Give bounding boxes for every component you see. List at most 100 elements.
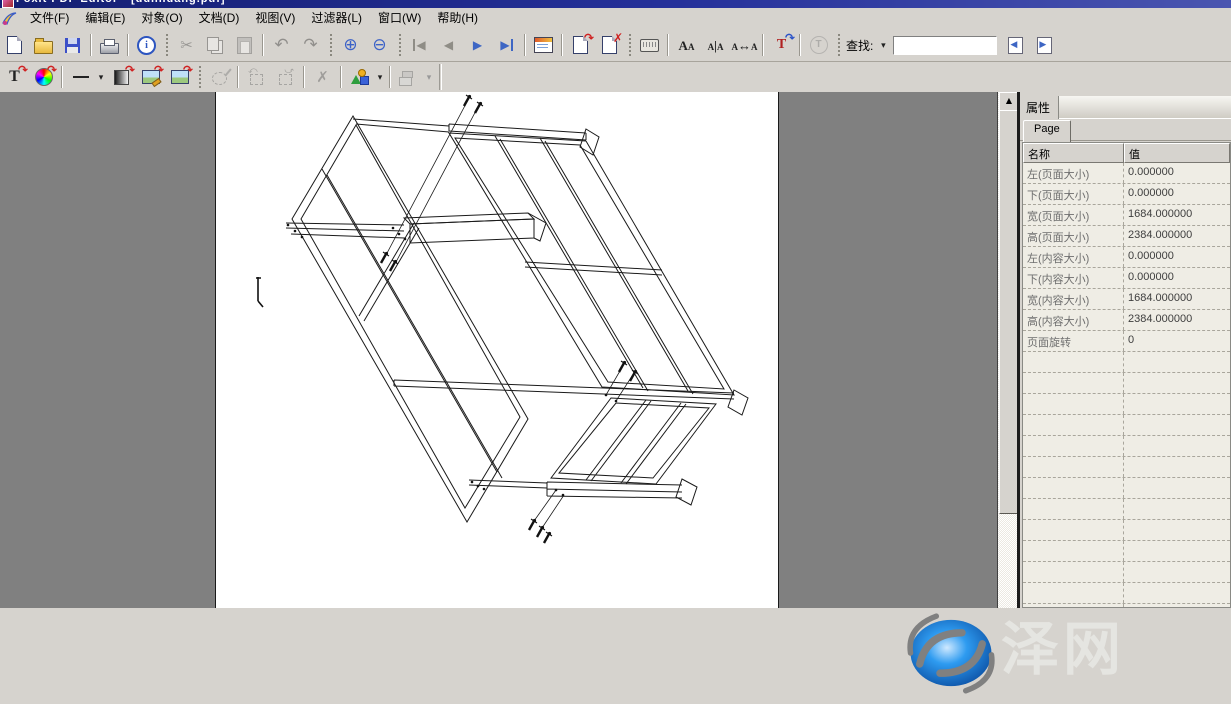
property-row[interactable]: 下(页面大小)0.000000	[1023, 184, 1230, 205]
rotate-object-right-button[interactable]: ⤻	[271, 64, 300, 91]
menu-file[interactable]: 文件(F)	[22, 8, 77, 28]
property-value[interactable]: 0.000000	[1124, 247, 1230, 267]
toolbar-grip[interactable]	[329, 34, 332, 56]
next-page-icon: ▶	[473, 39, 482, 51]
property-row[interactable]: 下(内容大小)0.000000	[1023, 268, 1230, 289]
insert-shading-button[interactable]: ↷	[107, 64, 136, 91]
add-text-object-button[interactable]: T↷	[767, 32, 796, 59]
blue-arrow-icon: ↷	[785, 32, 795, 44]
page-layout-button[interactable]	[529, 32, 558, 59]
zoom-in-button[interactable]: ⊕	[336, 32, 365, 59]
property-name	[1023, 499, 1124, 519]
find-dropdown-button[interactable]: ▾	[877, 40, 889, 51]
property-row[interactable]: 宽(页面大小)1684.000000	[1023, 205, 1230, 226]
insert-color-object-button[interactable]: ↷	[29, 64, 58, 91]
property-value[interactable]: 1684.000000	[1124, 289, 1230, 309]
font-icon: AA	[679, 39, 695, 52]
previous-page-button[interactable]: ◀	[434, 32, 463, 59]
toolbar-grip[interactable]	[628, 34, 631, 56]
scrollbar-thumb[interactable]	[999, 110, 1019, 514]
text-mode-button[interactable]: T	[804, 32, 833, 59]
next-page-button[interactable]: ▶	[463, 32, 492, 59]
application-window: { "window": { "title": "Foxit PDF Editor…	[0, 0, 1231, 608]
redo-button[interactable]: ↷	[296, 32, 325, 59]
toolbar-grip[interactable]	[398, 34, 401, 56]
insert-shape-button[interactable]	[345, 64, 374, 91]
toolbar-grip[interactable]	[198, 66, 201, 88]
menu-object[interactable]: 对象(O)	[133, 8, 190, 28]
cut-button[interactable]: ✂	[172, 32, 201, 59]
edit-image-button[interactable]: ↷	[136, 64, 165, 91]
char-vertical-spacing-button[interactable]: A|A	[701, 32, 730, 59]
tab-page[interactable]: Page	[1023, 120, 1071, 143]
lasso-edit-button[interactable]	[205, 64, 234, 91]
property-value[interactable]: 0	[1124, 331, 1230, 351]
find-previous-button[interactable]: ◀	[1001, 32, 1030, 59]
insert-image-button[interactable]: ↷	[165, 64, 194, 91]
scroll-up-button[interactable]: ▲	[999, 92, 1019, 111]
last-page-button[interactable]: ▶	[492, 32, 521, 59]
property-value[interactable]: 0.000000	[1124, 268, 1230, 288]
redo-icon: ↷	[303, 37, 317, 54]
line-style-dropdown[interactable]: ▾	[95, 72, 107, 83]
property-row[interactable]: 页面旋转0	[1023, 331, 1230, 352]
pdf-page[interactable]	[215, 92, 779, 608]
rotate-left-icon: ⤺	[250, 74, 263, 85]
menu-view[interactable]: 视图(V)	[247, 8, 303, 28]
toolbar-grip[interactable]	[837, 34, 840, 56]
property-name	[1023, 520, 1124, 540]
object-toolbar: T↷ ↷ ▾ ↷ ↷ ↷ ⤺ ⤻ ✗ ▾ ▾	[0, 62, 1231, 93]
property-row[interactable]: 高(内容大小)2384.000000	[1023, 310, 1230, 331]
undo-button[interactable]: ↶	[267, 32, 296, 59]
property-row-empty	[1023, 394, 1230, 415]
delete-object-button[interactable]: ✗	[308, 64, 337, 91]
menu-document[interactable]: 文档(D)	[191, 8, 248, 28]
find-next-button[interactable]: ▶	[1030, 32, 1059, 59]
delete-page-button[interactable]: ✗	[595, 32, 624, 59]
rotate-object-left-button[interactable]: ⤺	[242, 64, 271, 91]
menu-filter[interactable]: 过滤器(L)	[303, 8, 370, 28]
column-header-name[interactable]: 名称	[1023, 143, 1124, 163]
save-button[interactable]	[58, 32, 87, 59]
property-value[interactable]: 0.000000	[1124, 184, 1230, 204]
vertical-scrollbar[interactable]: ▲	[997, 92, 1018, 608]
rotate-page-button[interactable]: ↷	[566, 32, 595, 59]
menu-help[interactable]: 帮助(H)	[429, 8, 486, 28]
insert-text-button[interactable]: T↷	[0, 64, 29, 91]
property-value[interactable]: 2384.000000	[1124, 310, 1230, 330]
edit-font-button[interactable]: AA	[672, 32, 701, 59]
page-layout-icon	[534, 37, 553, 53]
property-row[interactable]: 高(页面大小)2384.000000	[1023, 226, 1230, 247]
property-name	[1023, 457, 1124, 477]
align-objects-button[interactable]	[394, 64, 423, 91]
property-row[interactable]: 左(内容大小)0.000000	[1023, 247, 1230, 268]
property-row[interactable]: 左(页面大小)0.000000	[1023, 163, 1230, 184]
print-button[interactable]	[95, 32, 124, 59]
virtual-keyboard-button[interactable]	[635, 32, 664, 59]
property-row[interactable]: 宽(内容大小)1684.000000	[1023, 289, 1230, 310]
shape-dropdown[interactable]: ▾	[374, 72, 386, 83]
align-dropdown[interactable]: ▾	[423, 72, 435, 83]
property-value[interactable]: 1684.000000	[1124, 205, 1230, 225]
open-file-button[interactable]	[29, 32, 58, 59]
menu-window[interactable]: 窗口(W)	[370, 8, 429, 28]
clipboard-icon	[237, 37, 252, 54]
zoom-out-button[interactable]: ⊖	[365, 32, 394, 59]
property-value[interactable]: 2384.000000	[1124, 226, 1230, 246]
paste-button[interactable]	[230, 32, 259, 59]
first-page-button[interactable]: ◀	[405, 32, 434, 59]
document-icon[interactable]	[2, 11, 18, 25]
copy-button[interactable]	[201, 32, 230, 59]
new-document-button[interactable]	[0, 32, 29, 59]
document-info-button[interactable]: i	[132, 32, 161, 59]
toolbar-grip[interactable]	[165, 34, 168, 56]
property-value[interactable]: 0.000000	[1124, 163, 1230, 183]
insert-line-button[interactable]	[66, 64, 95, 91]
lasso-icon	[212, 72, 227, 85]
find-input[interactable]	[893, 36, 997, 55]
column-header-value[interactable]: 值	[1124, 143, 1230, 163]
menu-edit[interactable]: 编辑(E)	[77, 8, 133, 28]
shapes-icon	[351, 69, 369, 85]
separator	[389, 66, 391, 88]
char-horizontal-spacing-button[interactable]: A↔A	[730, 32, 759, 59]
